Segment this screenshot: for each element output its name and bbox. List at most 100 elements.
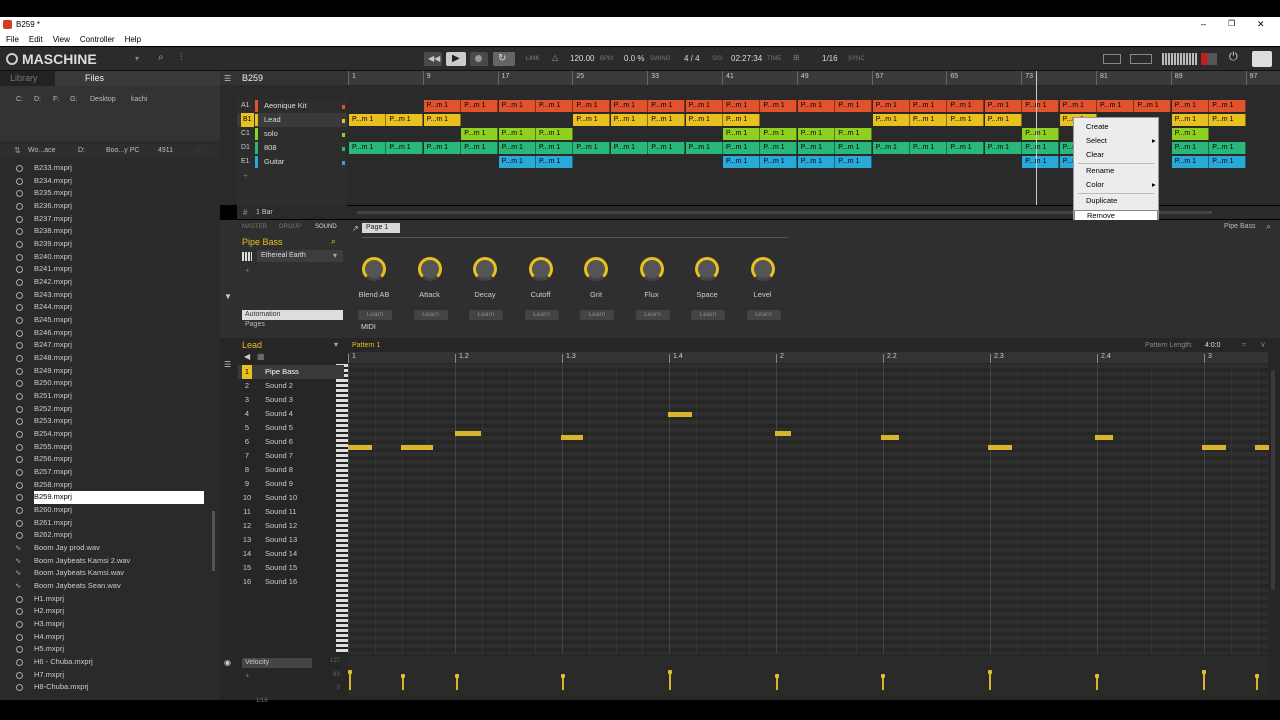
pattern-clip[interactable]: P...m 1 <box>760 156 798 168</box>
file-item[interactable]: B254.mxprj <box>0 428 220 441</box>
file-item[interactable]: B241.mxprj <box>0 263 220 276</box>
file-item[interactable]: B258.mxprj <box>0 479 220 492</box>
file-item[interactable]: H6 - Chuba.mxprj <box>0 656 220 669</box>
pattern-clip[interactable]: P...m 1 <box>536 156 573 168</box>
tab-library[interactable]: Library <box>0 71 55 86</box>
plugin-collapse-icon[interactable]: ▼ <box>224 292 232 301</box>
velocity-bar[interactable] <box>1096 676 1098 690</box>
pattern-clip[interactable]: P...m 1 <box>1134 100 1172 112</box>
knob-grit[interactable] <box>584 257 608 281</box>
knob-decay[interactable] <box>473 257 497 281</box>
pattern-clip[interactable]: P...m 1 <box>984 142 1022 154</box>
file-item[interactable]: B250.mxprj <box>0 377 220 390</box>
pattern-clip[interactable]: P...m 1 <box>498 142 536 154</box>
menu-color[interactable]: Color <box>1086 180 1104 189</box>
file-item[interactable]: B249.mxprj <box>0 365 220 378</box>
location-d[interactable]: D: <box>34 96 41 103</box>
file-item[interactable]: B243.mxprj <box>0 289 220 302</box>
file-item[interactable]: B244.mxprj <box>0 301 220 314</box>
file-item[interactable]: B252.mxprj <box>0 403 220 416</box>
pattern-clip[interactable]: P...m 1 <box>723 156 760 168</box>
velocity-handle[interactable] <box>988 670 992 674</box>
velocity-bar[interactable] <box>562 676 564 690</box>
pattern-clip[interactable]: P...m 1 <box>648 114 686 126</box>
velocity-bar[interactable] <box>456 676 458 690</box>
browser-scrollbar[interactable] <box>212 511 215 571</box>
pattern-clip[interactable]: P...m 1 <box>1209 100 1247 112</box>
metronome-icon[interactable]: △ <box>552 53 558 62</box>
pattern-clip[interactable]: P...m 1 <box>610 114 648 126</box>
menu-create[interactable]: Create <box>1086 122 1109 131</box>
file-item[interactable]: ∿ Boom Jaybeats Kamsi 2.wav <box>0 555 220 568</box>
pattern-clip[interactable]: P...m 1 <box>498 100 536 112</box>
path-segment[interactable]: D: <box>78 147 85 154</box>
velocity-handle[interactable] <box>401 674 405 678</box>
pattern-clip[interactable]: P...m 1 <box>797 128 835 140</box>
knob-attack[interactable] <box>417 257 442 281</box>
pattern-clip[interactable]: P...m 1 <box>1022 142 1060 154</box>
velocity-param[interactable]: Velocity <box>242 658 312 668</box>
close-button[interactable]: ✕ <box>1257 19 1265 30</box>
learn-button[interactable]: Learn <box>413 310 448 320</box>
file-item[interactable]: B257.mxprj <box>0 466 220 479</box>
sound-slot[interactable]: 6 Sound 6 <box>238 435 344 449</box>
menu-rename[interactable]: Rename <box>1086 166 1114 175</box>
pattern-clip[interactable]: P...m 1 <box>984 114 1022 126</box>
pattern-clip[interactable]: P...m 1 <box>386 142 424 154</box>
file-item[interactable]: B261.mxprj <box>0 517 220 530</box>
velocity-handle[interactable] <box>1095 674 1099 678</box>
group-row[interactable]: A1 Aeonique Kit <box>237 99 347 113</box>
pattern-clip[interactable]: P...m 1 <box>648 142 686 154</box>
menu-help[interactable]: Help <box>125 33 141 46</box>
file-item[interactable]: ∿ Boom Jaybeats Sean.wav <box>0 580 220 593</box>
pattern-clip[interactable]: P...m 1 <box>797 142 835 154</box>
path-segment[interactable]: 4911 <box>158 147 173 154</box>
sound-slot[interactable]: 16 Sound 16 <box>238 575 344 589</box>
pattern-clip[interactable]: P...m 1 <box>835 156 873 168</box>
file-item[interactable]: H7.mxprj <box>0 669 220 682</box>
chevron-down-icon[interactable]: ▾ <box>334 340 338 349</box>
midi-note[interactable] <box>988 445 1012 450</box>
velocity-handle[interactable] <box>455 674 459 678</box>
velocity-handle[interactable] <box>561 674 565 678</box>
file-item[interactable]: ∿ Boom Jaybeats Kamsi.wav <box>0 567 220 580</box>
plugin-arrow-icon[interactable]: ↗ <box>352 224 359 233</box>
velocity-bar[interactable] <box>776 676 778 690</box>
sound-slot[interactable]: 3 Sound 3 <box>238 393 344 407</box>
pattern-clip[interactable]: P...m 1 <box>610 100 648 112</box>
tab-master[interactable]: MASTER <box>242 224 267 230</box>
midi-keys-icon[interactable] <box>1130 54 1152 64</box>
pattern-clip[interactable]: P...m 1 <box>1209 114 1247 126</box>
midi-note[interactable] <box>775 431 791 436</box>
group-row[interactable]: B1 Lead <box>237 113 347 127</box>
velocity-bar[interactable] <box>882 676 884 690</box>
midi-note[interactable] <box>881 435 899 440</box>
pattern-ruler[interactable]: 1 1.2 1.3 1.4 2 2.2 2.3 2.4 3 <box>348 352 1268 363</box>
pattern-clip[interactable]: P...m 1 <box>573 114 611 126</box>
sound-slot[interactable]: 4 Sound 4 <box>238 407 344 421</box>
velocity-handle[interactable] <box>348 670 352 674</box>
group-name[interactable]: Lead <box>242 340 262 350</box>
pattern-clip[interactable]: P...m 1 <box>498 128 536 140</box>
knob-flux[interactable] <box>639 257 664 281</box>
pattern-clip[interactable]: P...m 1 <box>1059 100 1097 112</box>
knob-cutoff[interactable] <box>528 257 553 281</box>
pattern-clip[interactable]: P...m 1 <box>386 114 424 126</box>
sound-slot[interactable]: 2 Sound 2 <box>238 379 344 393</box>
pattern-clip[interactable]: P...m 1 <box>984 100 1022 112</box>
file-item[interactable]: B260.mxprj <box>0 504 220 517</box>
pattern-clip[interactable]: P...m 1 <box>1097 100 1134 112</box>
speaker-icon[interactable]: ◀ <box>244 352 250 361</box>
tab-group[interactable]: GROUP <box>279 224 301 230</box>
pattern-clip[interactable]: P...m 1 <box>536 100 573 112</box>
file-item[interactable]: H3.mxprj <box>0 618 220 631</box>
tab-files[interactable]: Files <box>55 71 220 86</box>
wave-icon[interactable]: ≈ <box>1242 340 1246 349</box>
file-item[interactable]: H4.mxprj <box>0 631 220 644</box>
velocity-bar[interactable] <box>1256 676 1258 690</box>
path-up-icon[interactable]: ⇅ <box>14 146 21 155</box>
file-item[interactable]: B255.mxprj <box>0 441 220 454</box>
pattern-clip[interactable]: P...m 1 <box>536 128 573 140</box>
note-grid[interactable] <box>348 364 1268 654</box>
file-item[interactable]: B239.mxprj <box>0 238 220 251</box>
